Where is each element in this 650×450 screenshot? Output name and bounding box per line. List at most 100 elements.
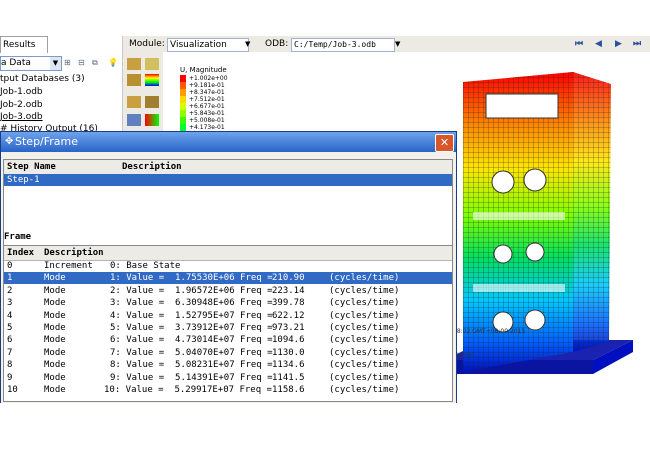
legend-value: +1.002e+00 — [189, 75, 228, 82]
legend-swatch — [180, 96, 186, 103]
frame-detail: 0: Base State — [110, 261, 181, 271]
frame-frequency: 210.90 — [272, 273, 305, 284]
legend-swatch — [180, 124, 186, 131]
frame-row[interactable]: 2 Mode 2: Value = 1.96572E+06 Freq = 223.14… — [4, 285, 452, 297]
frame-index: 2 — [7, 285, 13, 296]
frame-index: 3 — [7, 298, 13, 309]
frame-index: 8 — [7, 360, 13, 371]
plot-undeformed-icon[interactable] — [127, 58, 141, 70]
frame-kind: Mode — [44, 335, 66, 346]
frame-frequency: 399.78 — [272, 298, 305, 309]
column-description[interactable]: Description — [44, 246, 104, 260]
frame-frequency: 1134.6 — [272, 360, 305, 371]
legend-value: +6.677e-01 — [189, 103, 225, 110]
query-icon[interactable] — [127, 114, 141, 126]
filter-icon[interactable]: ⊟ — [78, 57, 89, 68]
frame-index: 0 — [7, 261, 13, 271]
frame-index: 6 — [7, 335, 13, 346]
legend-value: +5.008e-01 — [189, 117, 225, 124]
chevron-down-icon[interactable]: ▼ — [395, 38, 400, 50]
tree-item-job-2[interactable]: Job-2.odb — [0, 99, 43, 111]
frame-row[interactable]: 9 Mode 9: Value = 5.14391E+07 Freq = 1141.5… — [4, 372, 452, 384]
legend-value: +8.347e-01 — [189, 89, 225, 96]
plot-symbols-icon[interactable] — [127, 74, 141, 86]
frame-table-header: Index Description — [4, 246, 452, 261]
frame-unit: (cycles/time) — [329, 347, 400, 358]
dialog-titlebar[interactable]: ✥ Step/Frame ✕ — [1, 132, 456, 152]
frame-row[interactable]: 7 Mode 7: Value = 5.04070E+07 Freq = 1130.0… — [4, 347, 452, 359]
plot-deformed-icon[interactable] — [145, 58, 159, 70]
odb-label: ODB: — [265, 39, 289, 49]
column-step-name[interactable]: Step Name — [7, 160, 56, 174]
copy-icon[interactable]: ⧉ — [92, 57, 103, 68]
frame-index: 1 — [7, 273, 13, 284]
contour-legend: U, Magnitude +1.002e+00 +9.181e-01 +8.347e… — [176, 62, 246, 138]
frame-detail: 4: Value = 1.52795E+07 Freq = — [110, 310, 273, 321]
module-select-value: Visualization — [170, 40, 227, 50]
expand-icon[interactable]: ⊞ — [64, 57, 75, 68]
frame-unit: (cycles/time) — [329, 385, 400, 395]
frame-detail: 6: Value = 4.73014E+07 Freq = — [110, 335, 273, 346]
frame-kind: Mode — [44, 372, 66, 383]
lightbulb-icon[interactable]: 💡 — [108, 57, 119, 68]
module-select[interactable]: Visualization — [167, 38, 249, 52]
tree-item-output-databases[interactable]: tput Databases (3) — [0, 73, 85, 85]
column-description[interactable]: Description — [122, 160, 182, 174]
frame-kind: Mode — [44, 360, 66, 371]
frame-kind: Mode — [44, 310, 66, 321]
frame-kind: Mode — [44, 385, 66, 395]
tree-item-job-3[interactable]: Job-3.odb — [0, 111, 43, 123]
frame-frequency: 622.12 — [272, 310, 305, 321]
frame-row[interactable]: 10 Mode 10: Value = 5.29917E+07 Freq = 1158… — [4, 384, 452, 396]
legend-value: +5.843e-01 — [189, 110, 225, 117]
frame-row[interactable]: 4 Mode 4: Value = 1.52795E+07 Freq = 622.12… — [4, 310, 452, 322]
frame-row[interactable]: 8 Mode 8: Value = 5.08231E+07 Freq = 1134.6… — [4, 359, 452, 371]
chevron-down-icon[interactable]: ▼ — [245, 38, 250, 50]
frame-kind: Mode — [44, 285, 66, 296]
tree-item-job-1[interactable]: Job-1.odb — [0, 86, 43, 98]
close-button[interactable]: ✕ — [435, 134, 454, 152]
viewport-timestamp: 18:02 GMT+08:00 2015 — [453, 328, 526, 335]
chevron-down-icon[interactable]: ▼ — [50, 57, 61, 70]
frame-index: 9 — [7, 372, 13, 383]
legend-swatch — [180, 75, 186, 82]
frame-row[interactable]: 5 Mode 5: Value = 3.73912E+07 Freq = 973.21… — [4, 322, 452, 334]
frame-frequency: 1130.0 — [272, 347, 305, 358]
legend-swatch — [180, 110, 186, 117]
frame-label: Frame — [4, 232, 32, 242]
tab-results[interactable]: Results — [0, 36, 48, 53]
column-index[interactable]: Index — [7, 246, 34, 260]
legend-title: U, Magnitude — [180, 66, 227, 74]
toolbox — [123, 52, 163, 132]
odb-select[interactable]: C:/Temp/Job-3.odb — [291, 38, 395, 52]
first-frame-icon[interactable]: ⏮ — [575, 38, 583, 50]
step-row[interactable]: Step-1 — [4, 174, 452, 186]
previous-frame-icon[interactable]: ◀ — [595, 38, 602, 50]
legend-value: +9.181e-01 — [189, 82, 225, 89]
legend-swatch — [180, 82, 186, 89]
view-cut-icon[interactable] — [145, 114, 159, 126]
frame-unit: (cycles/time) — [329, 372, 400, 383]
animate-icon[interactable] — [145, 96, 159, 108]
frame-row[interactable]: 3 Mode 3: Value = 6.30948E+06 Freq = 399.78… — [4, 297, 452, 309]
frame-detail: 2: Value = 1.96572E+06 Freq = — [110, 285, 273, 296]
frame-detail: 1: Value = 1.75530E+06 Freq = — [110, 273, 273, 284]
frame-unit: (cycles/time) — [329, 323, 400, 333]
frame-index: 7 — [7, 347, 13, 358]
plot-overlay-icon[interactable] — [127, 96, 141, 108]
frame-kind: Mode — [44, 273, 66, 284]
frame-row[interactable]: 0 Increment 0: Base State — [4, 260, 452, 272]
plot-contours-icon[interactable] — [145, 74, 159, 86]
data-select[interactable]: a Data ▼ — [0, 56, 62, 71]
frame-row[interactable]: 1 Mode 1: Value = 1.75530E+06 Freq = 210.90… — [4, 272, 452, 285]
legend-value: +7.512e-01 — [189, 96, 225, 103]
frame-unit: (cycles/time) — [329, 273, 400, 284]
step-name: Step-1 — [7, 175, 40, 185]
next-frame-icon[interactable]: ▶ — [615, 38, 622, 50]
frame-row[interactable]: 6 Mode 6: Value = 4.73014E+07 Freq = 1094.6… — [4, 334, 452, 346]
frame-unit: (cycles/time) — [329, 310, 400, 321]
frame-unit: (cycles/time) — [329, 298, 400, 309]
data-select-value: a Data — [1, 58, 31, 68]
frame-frequency: 1141.5 — [272, 372, 305, 383]
last-frame-icon[interactable]: ⏭ — [633, 38, 641, 50]
